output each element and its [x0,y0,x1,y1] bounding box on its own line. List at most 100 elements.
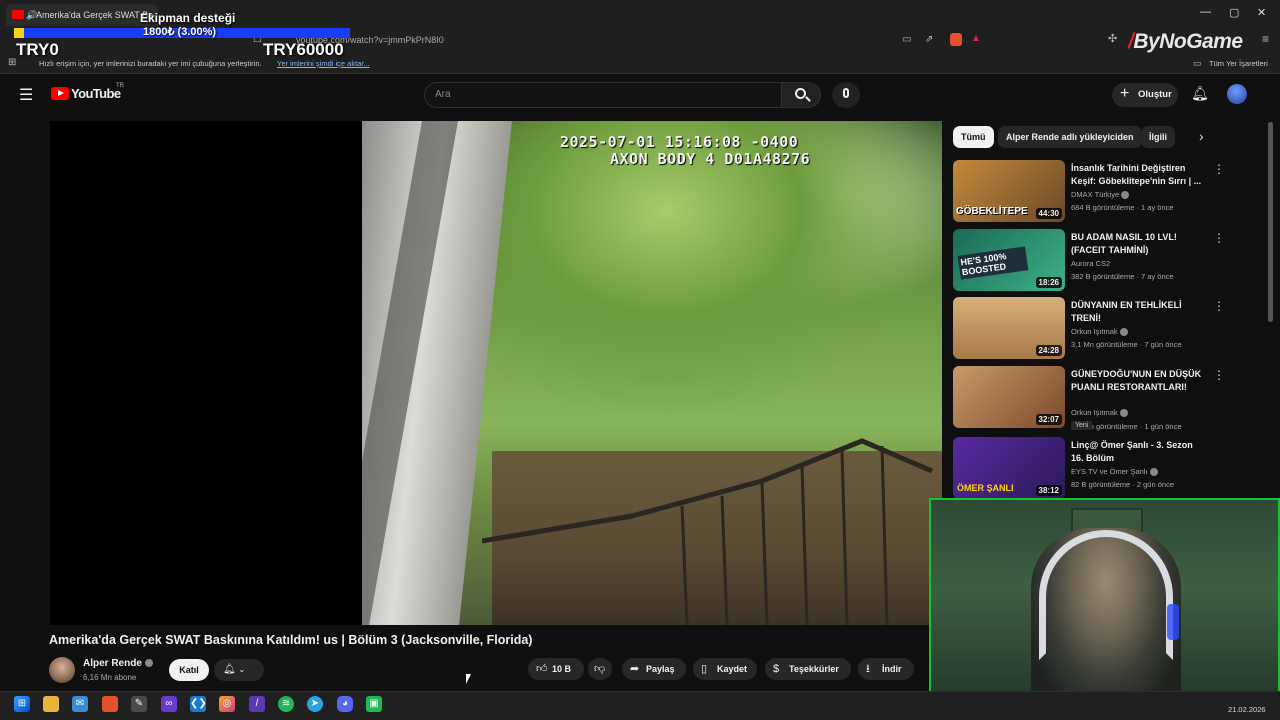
visual-studio-icon[interactable]: ∞ [161,696,177,712]
instagram-icon[interactable]: ◎ [219,696,235,712]
like-button[interactable]: 👍︎ 10 B [528,658,584,680]
brave-shield-icon[interactable] [950,33,962,46]
video-duration: 24:28 [1035,345,1062,356]
speaker-icon[interactable]: 🔊 [26,4,37,26]
folder-icon: ▭ [1193,58,1202,68]
recommendation-title[interactable]: DÜNYANIN EN TEHLİKELİ TRENİ! [1071,299,1203,325]
footage-railing [482,438,933,625]
recommendation-thumbnail[interactable]: ÖMER ŞANLI 38:12 [953,437,1065,499]
search-button[interactable] [781,82,821,108]
chip-from-uploader[interactable]: Alper Rende adlı yükleyiciden [998,126,1142,148]
recommendation-channel: EYS TV ve Ömer Şanlı [1071,467,1211,477]
import-bookmarks-link[interactable]: Yer imlerini şimdi içe aktar... [277,59,370,68]
channel-avatar[interactable] [49,657,75,683]
recommendation-item[interactable]: 24:28 DÜNYANIN EN TEHLİKELİ TRENİ! Orkun… [953,297,1273,363]
recommendation-thumbnail[interactable]: 32:07 [953,366,1065,428]
donation-progress-fill [14,28,25,38]
recommendation-item[interactable]: HE'S 100% BOOSTED 18:26 BU ADAM NASIL 10… [953,229,1273,295]
hamburger-menu-icon[interactable]: ☰ [19,85,33,105]
youtube-logo-text[interactable]: YouTube [71,86,121,101]
thumbnail-text: HE'S 100% BOOSTED [957,246,1029,280]
notifications-bell-icon[interactable]: 🔔︎ [1191,85,1209,102]
account-avatar[interactable] [1227,84,1247,104]
share-label: Paylaş [646,664,675,674]
recommendation-channel: DMAX Türkiye [1071,190,1211,200]
video-duration: 32:07 [1035,414,1062,425]
obs-app-icon[interactable]: ▣ [366,696,382,712]
extensions-icon[interactable]: ✣ [1108,32,1117,45]
sidebar-scrollbar[interactable] [1268,122,1273,322]
recommendation-channel: Orkun Işıtmak [1071,408,1211,418]
search-input[interactable]: Ara [424,82,782,108]
paint-icon[interactable]: ✎ [131,696,147,712]
video-duration: 44:30 [1035,208,1062,219]
donation-goal-min: TRY0 [16,40,59,59]
share-button[interactable]: ➦ Paylaş [622,658,686,680]
pen-app-icon[interactable]: / [249,696,265,712]
dislike-button[interactable]: 👎︎ [588,658,612,680]
windows-start-icon[interactable]: ⊞ [14,696,30,712]
search-placeholder: Ara [435,89,451,100]
mail-icon[interactable]: ✉ [72,696,88,712]
bodycam-footage [362,121,942,625]
recommendation-item[interactable]: GÖBEKLİTEPE 44:30 İnsanlık Tarihini Deği… [953,160,1273,226]
voice-search-button[interactable] [832,82,860,108]
channel-name[interactable]: Alper Rende [83,658,153,669]
chevron-right-icon[interactable]: › [1199,128,1204,144]
video-duration: 18:26 [1035,277,1062,288]
more-options-icon[interactable]: ⋮ [1213,162,1225,176]
recommendation-title[interactable]: GÜNEYDOĞU'NUN EN DÜŞÜK PUANLI RESTORANTL… [1071,368,1203,394]
thumbnail-text: GÖBEKLİTEPE [956,206,1028,217]
discord-icon[interactable]: ◕ [337,696,353,712]
chip-related[interactable]: İlgili [1141,126,1175,148]
recommendation-title[interactable]: İnsanlık Tarihini Değiştiren Keşif: Göbe… [1071,162,1203,188]
video-player[interactable] [50,121,942,625]
join-button[interactable]: Katıl [169,659,209,681]
recommendation-meta: 382 B görüntüleme · 7 ay önce [1071,272,1174,281]
thanks-button[interactable]: $ Teşekkürler [765,658,851,680]
browser-tab[interactable]: 🔊 Amerika'da Gerçek SWAT Ba [6,4,158,26]
telegram-icon[interactable]: ➤ [307,696,323,712]
close-window-icon[interactable]: ✕ [1257,6,1266,19]
youtube-logo-icon[interactable] [51,87,69,100]
recommendation-title[interactable]: Linç@ Ömer Şanlı - 3. Sezon 16. Bölüm [1071,439,1203,465]
recommendation-item[interactable]: ÖMER ŞANLI 38:12 Linç@ Ömer Şanlı - 3. S… [953,437,1273,503]
download-label: İndir [882,664,902,674]
browser-menu-icon[interactable]: ≡ [1262,32,1269,46]
minimize-icon[interactable]: — [1200,6,1211,18]
more-options-icon[interactable]: ⋮ [1213,299,1225,313]
brave-rewards-icon[interactable]: ▲ [971,33,981,44]
more-options-icon[interactable]: ⋮ [1213,231,1225,245]
spotify-icon[interactable]: ≋ [278,696,294,712]
verified-icon [1121,191,1130,200]
cast-icon[interactable]: ▭ [902,34,911,45]
verified-icon [1119,409,1128,418]
more-options-icon[interactable]: ⋮ [1213,368,1225,382]
maximize-icon[interactable]: ▢ [1229,6,1239,19]
recommendation-item[interactable]: 32:07 GÜNEYDOĞU'NUN EN DÜŞÜK PUANLI REST… [953,366,1273,432]
chip-all[interactable]: Tümü [953,126,994,148]
bodycam-device-id: AXON BODY 4 D01A48276 [610,150,811,168]
file-explorer-icon[interactable] [43,696,59,712]
verified-icon [144,659,153,668]
recommendation-title[interactable]: BU ADAM NASIL 10 LVL! (FACEIT TAHMİNİ) [1071,231,1203,257]
recommendation-thumbnail[interactable]: HE'S 100% BOOSTED 18:26 [953,229,1065,291]
bell-icon: 🔔︎ [223,664,236,675]
bookmarks-bar: ⊞ Hızlı erişim için, yer imlerinizi bura… [0,54,1280,74]
recommendation-channel: Aurora CS2 [1071,259,1111,268]
share-page-icon[interactable]: ⇗ [925,34,933,45]
channel-name-text: Alper Rende [83,658,142,669]
save-button[interactable]: ▯ Kaydet [693,658,757,680]
recommendation-meta: 684 B görüntüleme · 1 ay önce [1071,203,1174,212]
bodycam-timestamp: 2025-07-01 15:16:08 -0400 [560,133,799,151]
subscription-bell-button[interactable]: 🔔︎ ⌄ [214,659,264,681]
recommendation-thumbnail[interactable]: 24:28 [953,297,1065,359]
brave-browser-icon[interactable] [102,696,118,712]
create-button[interactable]: + Oluştur [1112,83,1178,107]
all-bookmarks-link[interactable]: Tüm Yer İşaretleri [1209,59,1268,68]
download-button[interactable]: ⭳ İndir [858,658,914,680]
plus-icon: + [1120,85,1130,102]
create-label: Oluştur [1138,89,1172,100]
vscode-icon[interactable]: ❮❯ [190,696,207,712]
recommendation-thumbnail[interactable]: GÖBEKLİTEPE 44:30 [953,160,1065,222]
